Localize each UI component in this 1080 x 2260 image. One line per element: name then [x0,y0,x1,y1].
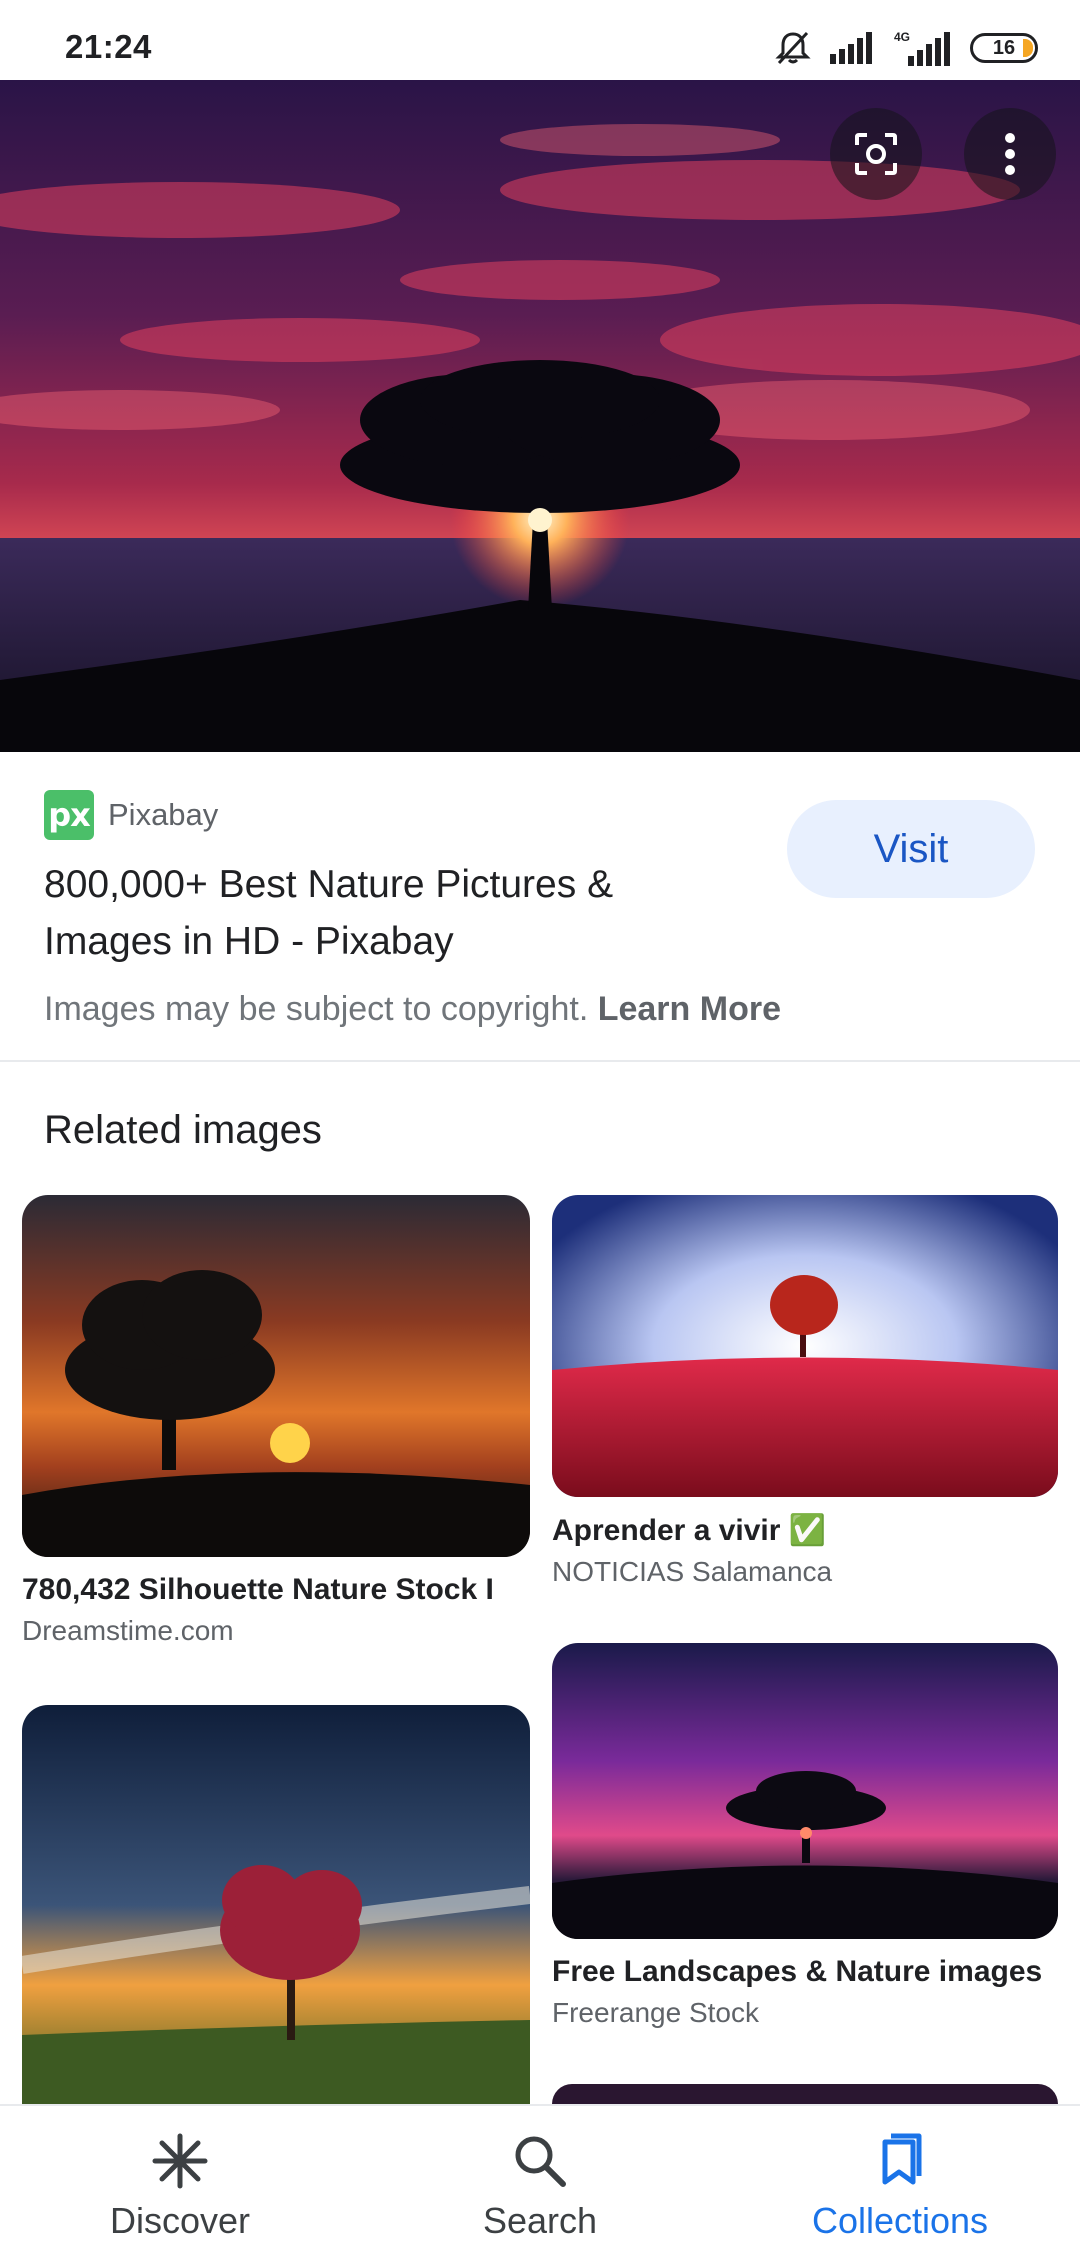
related-image-card[interactable]: Free Landscapes & Nature images Freerang… [552,1643,1058,2029]
nav-collections[interactable]: Collections [720,2106,1080,2260]
bookmarks-icon [882,2133,922,2185]
visit-button[interactable]: Visit [787,800,1035,898]
related-image-thumbnail[interactable] [552,1195,1058,1497]
search-icon [515,2136,566,2187]
related-image-card[interactable]: 780,432 Silhouette Nature Stock I Dreams… [22,1195,530,1647]
nav-label: Discover [109,2200,251,2241]
google-lens-icon [855,133,897,175]
status-icons: 4G 16 [774,28,1038,68]
asterisk-icon [152,2133,208,2189]
nav-discover[interactable]: Discover [0,2106,360,2260]
copyright-text: Images may be subject to copyright. [44,990,589,1028]
related-image-thumbnail[interactable] [22,1705,530,2105]
learn-more-link[interactable]: Learn More [598,990,781,1028]
status-bar: 21:24 4G 16 [0,0,1080,80]
battery-level: 16 [992,36,1016,59]
battery-indicator: 16 [970,33,1038,63]
related-images-heading: Related images [44,1108,322,1152]
related-image-title[interactable]: Free Landscapes & Nature images [552,1955,1058,1989]
related-image-thumbnail[interactable] [552,1643,1058,1939]
more-options-button[interactable] [964,108,1056,200]
result-title[interactable]: 800,000+ Best Nature Pictures & Images i… [44,856,724,970]
related-image-title[interactable]: 780,432 Silhouette Nature Stock I [22,1573,530,1607]
related-image-card[interactable]: Aprender a vivir ✅ NOTICIAS Salamanca [552,1195,1058,1588]
nav-search[interactable]: Search [360,2106,720,2260]
copyright-notice: Images may be subject to copyright. Lear… [44,990,781,1029]
nav-label: Search [482,2200,598,2241]
related-image-source: Freerange Stock [552,1997,759,2028]
related-image-source: Dreamstime.com [22,1615,234,1646]
notifications-muted-icon [775,31,811,65]
source-row[interactable]: px Pixabay [44,790,218,840]
bottom-navigation: Discover Search Collections [0,2104,1080,2260]
pixabay-logo: px [44,790,94,840]
source-name: Pixabay [108,797,219,832]
related-image-source: NOTICIAS Salamanca [552,1556,833,1587]
related-image-thumbnail[interactable] [22,1195,530,1557]
google-lens-button[interactable] [830,108,922,200]
signal-icon [830,32,872,64]
related-image-card[interactable] [22,1705,530,2105]
status-time: 21:24 [65,28,152,65]
svg-text:4G: 4G [894,30,910,44]
more-vert-icon [1005,133,1015,175]
related-image-title[interactable]: Aprender a vivir ✅ [552,1513,1058,1548]
nav-label: Collections [811,2200,989,2241]
related-image-thumbnail[interactable] [552,2084,1058,2104]
divider [0,1060,1080,1062]
signal-4g-icon: 4G [894,30,950,66]
hero-image[interactable] [0,80,1080,752]
